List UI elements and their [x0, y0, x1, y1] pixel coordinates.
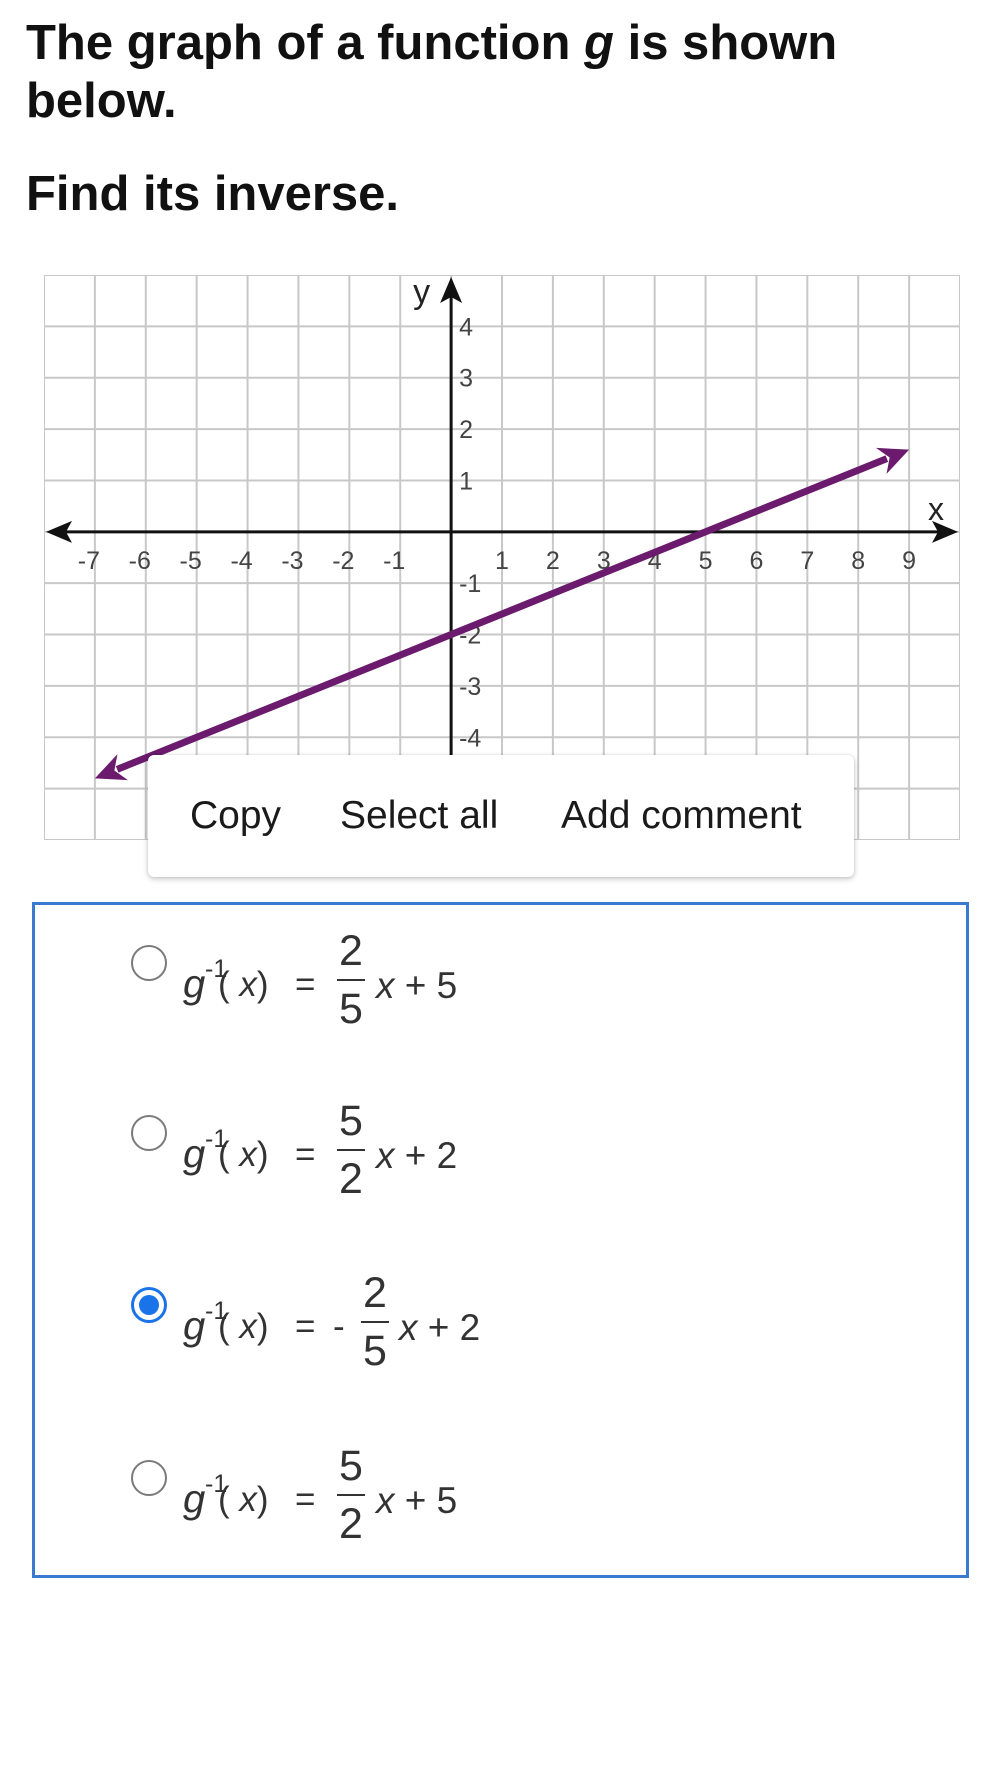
- argument-variable: x: [239, 965, 257, 1004]
- y-tick-label: 1: [459, 467, 473, 495]
- tail-variable: x: [376, 1480, 395, 1521]
- radio-button-2[interactable]: [131, 1115, 167, 1151]
- y-tick-label: -1: [459, 570, 481, 598]
- x-tick-label: -3: [281, 547, 303, 575]
- copy-menu-item[interactable]: Copy: [190, 755, 281, 877]
- argument-open-paren: (: [218, 1135, 240, 1174]
- equals-sign: =: [295, 1307, 316, 1346]
- argument-open-paren: (: [218, 965, 240, 1004]
- coefficient-fraction: 25: [333, 927, 369, 1033]
- add-comment-menu-item[interactable]: Add comment: [561, 755, 802, 877]
- formula-tail: x + 2: [376, 1135, 457, 1177]
- argument-open-paren: (: [218, 1480, 240, 1519]
- coefficient-fraction: 52: [333, 1097, 369, 1203]
- x-tick-label: 7: [800, 547, 814, 575]
- y-tick-label: -3: [459, 673, 481, 701]
- question-line-2: Find its inverse.: [26, 167, 400, 221]
- function-symbol: g: [183, 1304, 206, 1348]
- tail-constant: + 2: [394, 1135, 458, 1176]
- tail-constant: + 5: [394, 1480, 458, 1521]
- function-argument: ( x): [218, 1135, 269, 1175]
- fraction-bar: [361, 1321, 389, 1323]
- answer-option-3[interactable]: g -1 ( x) = - 25 x + 2: [131, 1267, 631, 1377]
- fraction-numerator: 5: [339, 1097, 363, 1145]
- tail-constant: + 2: [417, 1307, 481, 1348]
- tail-variable: x: [376, 1135, 395, 1176]
- x-tick-label: 5: [699, 547, 713, 575]
- fraction-numerator: 2: [339, 927, 363, 975]
- tail-constant: + 5: [394, 965, 458, 1006]
- question-line-1: The graph of a function g is shown below…: [26, 14, 966, 130]
- fraction-bar: [337, 1494, 365, 1496]
- fraction-bar: [337, 979, 365, 981]
- y-tick-label: 4: [459, 313, 473, 341]
- radio-button-1[interactable]: [131, 945, 167, 981]
- x-tick-label: -6: [129, 547, 151, 575]
- fraction-denominator: 2: [339, 1500, 363, 1548]
- argument-close-paren: ): [256, 965, 269, 1004]
- argument-variable: x: [239, 1135, 257, 1174]
- function-symbol: g: [183, 1477, 206, 1521]
- x-tick-label: -2: [332, 547, 354, 575]
- answer-option-1[interactable]: g -1 ( x) = 25 x + 5: [131, 925, 631, 1035]
- x-tick-label: -5: [180, 547, 202, 575]
- text-selection-context-menu: Copy Select all Add comment: [148, 755, 854, 877]
- y-axis-label: y: [413, 275, 430, 311]
- fraction-numerator: 2: [363, 1269, 387, 1317]
- x-axis-label: x: [928, 491, 944, 527]
- x-tick-label: 6: [749, 547, 763, 575]
- coefficient-fraction: 25: [357, 1269, 393, 1375]
- function-symbol: g: [183, 1132, 206, 1176]
- argument-close-paren: ): [256, 1307, 269, 1346]
- select-all-menu-item[interactable]: Select all: [340, 755, 498, 877]
- y-tick-label: 3: [459, 365, 473, 393]
- argument-variable: x: [239, 1307, 257, 1346]
- argument-close-paren: ): [256, 1480, 269, 1519]
- argument-open-paren: (: [218, 1307, 240, 1346]
- function-argument: ( x): [218, 1307, 269, 1347]
- function-argument: ( x): [218, 1480, 269, 1520]
- fraction-denominator: 5: [339, 985, 363, 1033]
- fraction-numerator: 5: [339, 1442, 363, 1490]
- answer-option-2[interactable]: g -1 ( x) = 52 x + 2: [131, 1095, 631, 1205]
- formula-tail: x + 2: [399, 1307, 480, 1349]
- x-tick-label: 2: [546, 547, 560, 575]
- formula-tail: x + 5: [376, 965, 457, 1007]
- negative-sign: -: [333, 1307, 345, 1346]
- coefficient-fraction: 52: [333, 1442, 369, 1548]
- x-tick-label: 1: [495, 547, 509, 575]
- equals-sign: =: [295, 1480, 316, 1519]
- radio-button-4[interactable]: [131, 1460, 167, 1496]
- fraction-denominator: 2: [339, 1155, 363, 1203]
- function-name: g: [584, 16, 614, 70]
- answer-option-4[interactable]: g -1 ( x) = 52 x + 5: [131, 1440, 631, 1550]
- x-tick-label: 9: [902, 547, 916, 575]
- x-tick-label: -7: [78, 547, 100, 575]
- equals-sign: =: [295, 1135, 316, 1174]
- fraction-bar: [337, 1149, 365, 1151]
- answer-choices: g -1 ( x) = 25 x + 5 g -1 ( x) = 52 x + …: [32, 902, 969, 1578]
- equals-sign: =: [295, 965, 316, 1004]
- y-tick-label: -4: [459, 724, 481, 752]
- argument-variable: x: [239, 1480, 257, 1519]
- question-text-start: The graph of a function: [26, 16, 585, 70]
- fraction-denominator: 5: [363, 1327, 387, 1375]
- formula-tail: x + 5: [376, 1480, 457, 1522]
- x-tick-label: -1: [383, 547, 405, 575]
- tail-variable: x: [399, 1307, 418, 1348]
- x-tick-label: 8: [851, 547, 865, 575]
- argument-close-paren: ): [256, 1135, 269, 1174]
- function-argument: ( x): [218, 965, 269, 1005]
- tail-variable: x: [376, 965, 395, 1006]
- x-tick-label: -4: [230, 547, 252, 575]
- y-tick-label: 2: [459, 416, 473, 444]
- function-symbol: g: [183, 962, 206, 1006]
- radio-button-3[interactable]: [131, 1287, 167, 1323]
